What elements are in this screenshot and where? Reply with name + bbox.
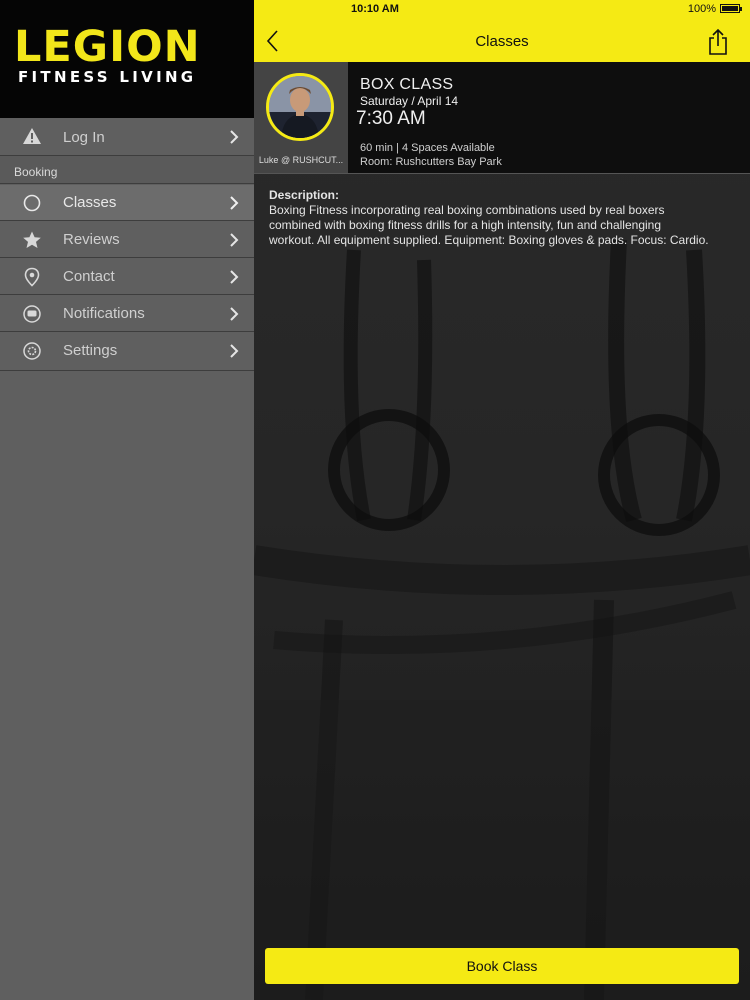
logo-tagline: FITNESS LIVING xyxy=(18,68,197,86)
class-detail-panel: 10:10 AM 100% Classes Luke @ RUSHCUT... … xyxy=(254,0,750,1000)
brand-logo: LEGION FITNESS LIVING xyxy=(0,0,254,118)
sidebar-item-label: Contact xyxy=(63,268,115,285)
chat-bubble-icon xyxy=(23,305,41,323)
class-date: Saturday / April 14 xyxy=(360,94,459,108)
chevron-right-icon xyxy=(230,344,239,358)
sidebar-item-notifications[interactable]: Notifications xyxy=(0,296,254,332)
chevron-right-icon xyxy=(230,270,239,284)
status-time: 10:10 AM xyxy=(351,3,399,15)
trainer-name: Luke @ RUSHCUT... xyxy=(258,155,344,165)
description-heading: Description: xyxy=(269,188,340,202)
trainer-photo xyxy=(269,76,331,138)
battery-icon xyxy=(720,4,742,13)
sidebar-item-label: Notifications xyxy=(63,305,145,322)
sidebar-item-reviews[interactable]: Reviews xyxy=(0,222,254,258)
warning-icon xyxy=(23,128,41,144)
sidebar-item-contact[interactable]: Contact xyxy=(0,259,254,295)
gear-icon xyxy=(23,342,41,360)
star-icon xyxy=(23,231,41,248)
chevron-right-icon xyxy=(230,307,239,321)
sidebar-item-login[interactable]: Log In xyxy=(0,118,254,156)
sidebar: LEGION FITNESS LIVING Log In Booking Cla… xyxy=(0,0,254,1000)
book-class-button[interactable]: Book Class xyxy=(265,948,739,984)
logo-wordmark: LEGION xyxy=(14,22,201,72)
sidebar-item-label: Settings xyxy=(63,342,118,359)
chevron-right-icon xyxy=(230,196,239,210)
sidebar-item-label: Log In xyxy=(63,129,105,146)
sidebar-item-settings[interactable]: Settings xyxy=(0,333,254,371)
battery-percent: 100% xyxy=(687,3,716,15)
sidebar-item-label: Classes xyxy=(63,194,117,211)
trainer-avatar xyxy=(266,73,334,141)
description-text: Boxing Fitness incorporating real boxing… xyxy=(269,203,709,247)
chevron-right-icon xyxy=(230,130,239,144)
location-pin-icon xyxy=(24,267,40,287)
sidebar-item-classes[interactable]: Classes xyxy=(0,185,254,221)
share-icon[interactable] xyxy=(706,28,730,56)
class-duration-spaces: 60 min | 4 Spaces Available xyxy=(360,142,495,154)
sidebar-item-label: Reviews xyxy=(63,231,120,248)
class-description: Description: Boxing Fitness incorporatin… xyxy=(269,188,709,248)
app: LEGION FITNESS LIVING Log In Booking Cla… xyxy=(0,0,750,1000)
section-label-booking: Booking xyxy=(14,165,58,179)
chevron-right-icon xyxy=(230,233,239,247)
nav-bar: 10:10 AM 100% Classes xyxy=(254,0,750,62)
class-time: 7:30 AM xyxy=(356,108,426,129)
class-room: Room: Rushcutters Bay Park xyxy=(360,156,502,168)
circle-icon xyxy=(23,194,41,212)
trainer-box[interactable]: Luke @ RUSHCUT... xyxy=(254,62,348,173)
class-summary-card: Luke @ RUSHCUT... BOX CLASS Saturday / A… xyxy=(254,62,750,174)
class-title: BOX CLASS xyxy=(360,76,454,93)
nav-title: Classes xyxy=(475,33,529,50)
